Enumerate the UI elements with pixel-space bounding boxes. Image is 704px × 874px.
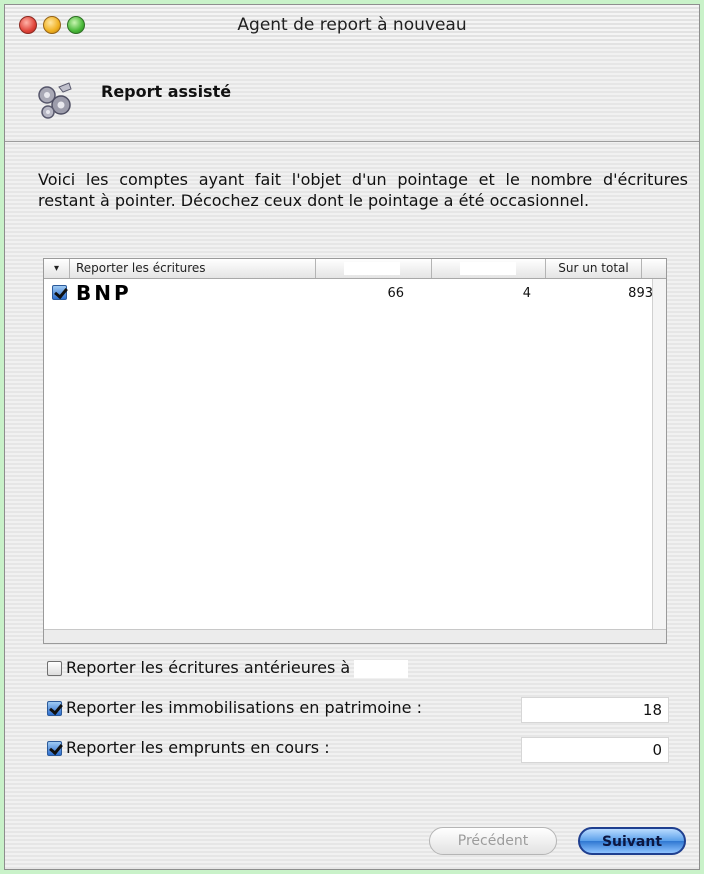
wizard-step-title: Report assisté [101, 82, 232, 101]
accounts-table: ▾ Reporter les écritures Sur un total BN… [43, 258, 667, 644]
option-emprunts[interactable]: Reporter les emprunts en cours : [47, 738, 330, 757]
anterior-label: Reporter les écritures antérieures à [66, 658, 351, 677]
window-title: Agent de report à nouveau [237, 15, 467, 35]
anterior-checkbox[interactable] [47, 661, 62, 676]
cell-col2: 66 [387, 286, 404, 301]
option-immobilisations[interactable]: Reporter les immobilisations en patrimoi… [47, 698, 422, 717]
row-checkbox[interactable] [52, 285, 67, 300]
immobilisations-checkbox[interactable] [47, 701, 62, 716]
table-header: ▾ Reporter les écritures Sur un total [44, 259, 666, 279]
option-anterior[interactable]: Reporter les écritures antérieures à [47, 658, 409, 678]
vertical-scrollbar[interactable] [652, 279, 666, 629]
column-header-2[interactable] [316, 259, 432, 278]
column-header-3[interactable] [432, 259, 546, 278]
wizard-gears-icon [38, 82, 72, 119]
emprunts-count-field[interactable]: 0 [521, 737, 669, 763]
column-header-report[interactable]: Reporter les écritures [70, 259, 316, 278]
emprunts-checkbox[interactable] [47, 741, 62, 756]
dialog-window: Agent de report à nouveau Report assisté… [4, 4, 700, 870]
instructions-text: Voici les comptes ayant fait l'objet d'u… [38, 170, 688, 210]
previous-button[interactable]: Précédent [429, 827, 557, 855]
sort-indicator-column[interactable]: ▾ [44, 259, 70, 278]
immobilisations-count-field[interactable]: 18 [521, 697, 669, 723]
cell-total: 893 [628, 286, 653, 301]
cell-col3: 4 [522, 286, 531, 301]
horizontal-scrollbar[interactable] [44, 629, 666, 643]
title-bar[interactable]: Agent de report à nouveau [5, 5, 699, 45]
emprunts-label: Reporter les emprunts en cours : [66, 738, 330, 757]
header-divider [5, 141, 699, 142]
wizard-header: Report assisté [5, 45, 699, 137]
anterior-date-field[interactable] [354, 659, 409, 678]
table-row[interactable]: BNP 66 4 893 [44, 279, 653, 305]
next-button[interactable]: Suivant [578, 827, 686, 855]
column-header-total[interactable]: Sur un total [546, 259, 642, 278]
table-body: BNP 66 4 893 [44, 279, 653, 629]
account-name: BNP [76, 281, 132, 305]
immobilisations-label: Reporter les immobilisations en patrimoi… [66, 698, 422, 717]
